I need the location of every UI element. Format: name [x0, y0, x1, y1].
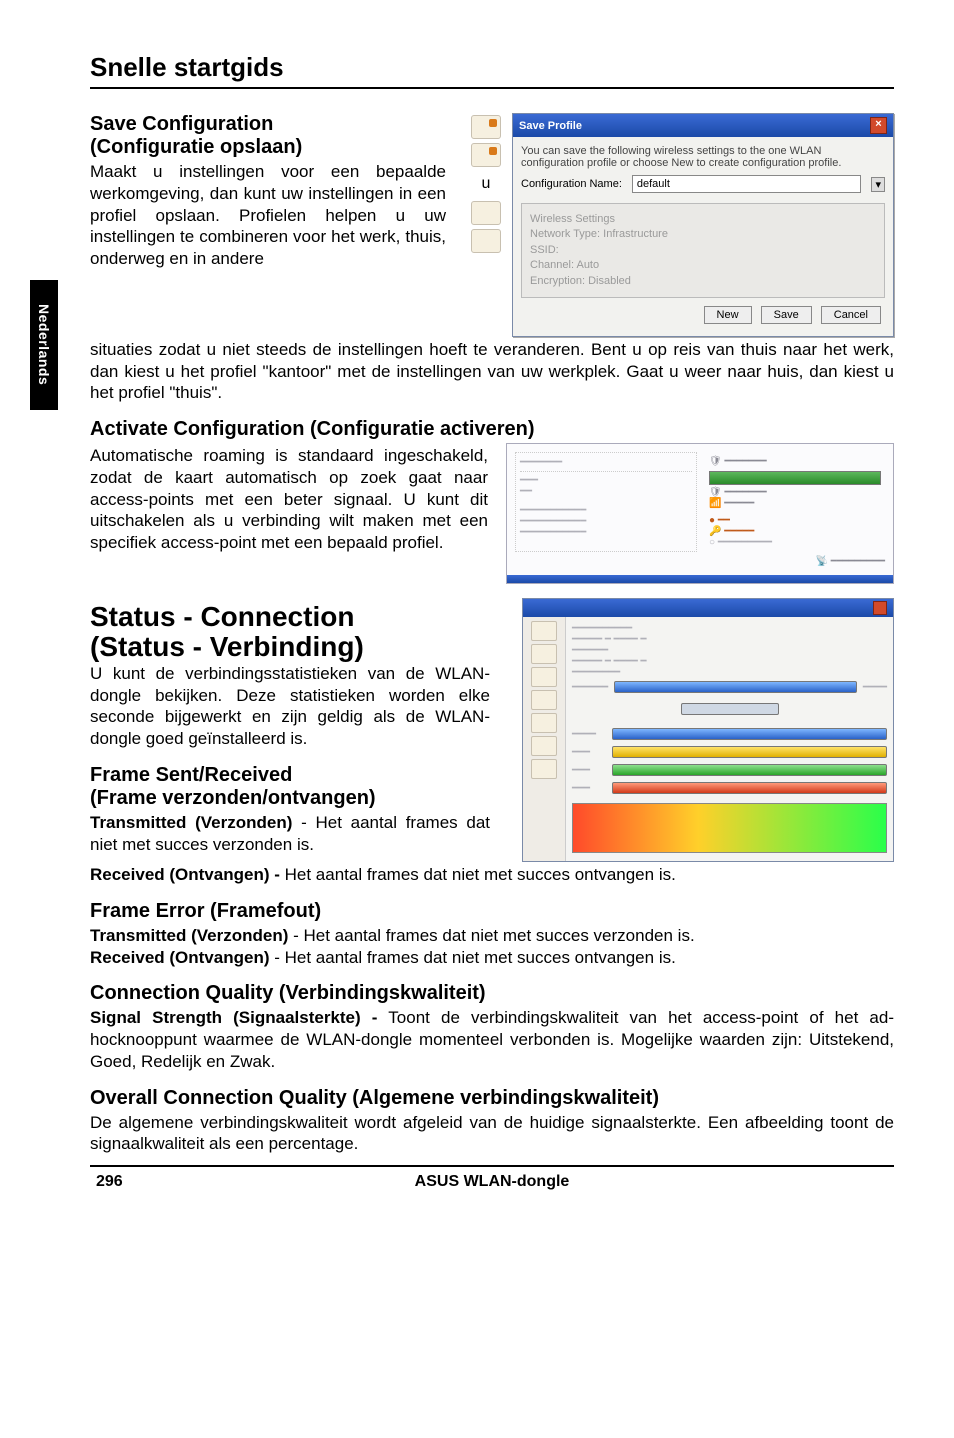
blurry-text: ○ ━━━━━━━━━ — [709, 537, 881, 548]
cancel-button[interactable]: Cancel — [821, 306, 881, 324]
close-icon[interactable] — [873, 601, 887, 615]
blurry-text: ━━━━━━━━ — [572, 667, 887, 678]
blurry-text: 🛡 ━━━━━━━ — [709, 487, 881, 498]
button-placeholder[interactable] — [681, 703, 779, 715]
side-icon[interactable] — [531, 621, 557, 641]
divider — [90, 87, 894, 89]
new-button[interactable]: New — [704, 306, 752, 324]
side-icon[interactable] — [531, 667, 557, 687]
blurry-text: ━━━ — [572, 765, 606, 776]
received-text: Het aantal frames dat niet met succes on… — [285, 865, 676, 884]
blurry-text: 🔑 ━━━━━ — [709, 526, 881, 537]
cutoff-letter: u — [482, 175, 491, 193]
grey-line: Wireless Settings — [530, 212, 876, 227]
blurry-text: ━━━━━━ — [572, 682, 608, 693]
product-name: ASUS WLAN-dongle — [415, 1173, 570, 1191]
activate-panel: ━━━━━━━ ━━━ ━━ ━━━━━━━━━━━ ━━━━━━━━━━━ ━… — [506, 443, 894, 584]
fe-transmitted-text: - Het aantal frames dat niet met succes … — [288, 926, 694, 945]
wireless-settings-box: Wireless Settings Network Type: Infrastr… — [521, 203, 885, 298]
blurry-text: 📶 ━━━━━ — [709, 498, 881, 509]
stat-bar — [612, 764, 887, 776]
activate-heading: Activate Configuration (Configuratie act… — [90, 418, 894, 441]
grey-line: Channel: Auto — [530, 258, 876, 273]
blurry-text: ━━━━━━━━━━━ — [520, 505, 692, 516]
save-config-heading: Save Configuration — [90, 113, 273, 135]
config-name-input[interactable] — [632, 175, 862, 193]
overall-body: De algemene verbindingskwaliteit wordt a… — [90, 1112, 894, 1156]
stat-bar — [612, 746, 887, 758]
grey-line: Encryption: Disabled — [530, 274, 876, 289]
blurry-text: ━━━━━━━ — [520, 457, 692, 472]
fe-transmitted-label: Transmitted (Verzonden) — [90, 926, 288, 945]
config-name-label: Configuration Name: — [521, 178, 622, 190]
blurry-text: ━━━━━ ━ ━━━━ ━ — [572, 634, 887, 645]
grey-line: SSID: — [530, 243, 876, 258]
blurry-text: 🛡 ━━━━━━━ — [709, 456, 881, 467]
dialog-title: Save Profile — [519, 120, 582, 132]
save-button[interactable]: Save — [761, 306, 812, 324]
stat-bar — [612, 728, 887, 740]
icon-strip: u — [464, 113, 508, 337]
toolbar-icon — [471, 143, 501, 167]
blurry-text: ━━━ — [572, 783, 606, 794]
blurry-text: ━━━━━━━━━━━ — [520, 527, 692, 538]
save-profile-dialog: Save Profile × You can save the followin… — [512, 113, 894, 337]
blurry-text: ━━━━━━━━━━━ — [520, 516, 692, 527]
activate-body: Automatische roaming is standaard ingesc… — [90, 445, 488, 554]
save-config-subheading: (Configuratie opslaan) — [90, 136, 302, 158]
page-number: 296 — [96, 1173, 123, 1191]
dialog-hint: You can save the following wireless sett… — [521, 145, 885, 169]
side-icon[interactable] — [531, 713, 557, 733]
language-tab: Nederlands — [30, 280, 58, 410]
blurry-text: ━━━━━━━━━━ — [572, 623, 887, 634]
page-title: Snelle startgids — [90, 52, 894, 83]
quality-gradient — [572, 803, 887, 853]
save-config-body-full: situaties zodat u niet steeds de instell… — [90, 339, 894, 404]
blurry-text: 📡 ━━━━━━━━━ — [515, 552, 885, 567]
side-icon[interactable] — [531, 644, 557, 664]
received-label: Received (Ontvangen) - — [90, 865, 285, 884]
frame-sr-subheading: (Frame verzonden/ontvangen) — [90, 787, 376, 809]
blurry-text: ━━━ — [520, 475, 692, 486]
side-icon[interactable] — [531, 736, 557, 756]
status-heading: Status - Connection — [90, 601, 354, 632]
side-icon[interactable] — [531, 759, 557, 779]
blurry-text: ● ━━ — [709, 515, 881, 526]
divider — [90, 1165, 894, 1167]
frame-error-heading: Frame Error (Framefout) — [90, 900, 894, 923]
transmitted-label: Transmitted (Verzonden) — [90, 813, 292, 832]
blurry-text: ━━━━ — [572, 729, 606, 740]
fe-received-text: - Het aantal frames dat niet met succes … — [270, 948, 676, 967]
grey-line: Network Type: Infrastructure — [530, 227, 876, 242]
blurry-text: ━━━ — [572, 747, 606, 758]
close-icon[interactable]: × — [870, 117, 887, 134]
signal-bar — [614, 681, 857, 693]
save-config-body-narrow: Maakt u instellingen voor een bepaalde w… — [90, 161, 446, 270]
blurry-text: ━━━━━━ — [572, 645, 887, 656]
dropdown-icon[interactable]: ▾ — [871, 177, 885, 192]
status-panel: ━━━━━━━━━━ ━━━━━ ━ ━━━━ ━ ━━━━━━ ━━━━━ ━… — [522, 598, 894, 862]
side-icon[interactable] — [531, 690, 557, 710]
blurry-text: ━━━━ — [863, 682, 887, 693]
fe-received-label: Received (Ontvangen) — [90, 948, 270, 967]
toolbar-icon — [471, 201, 501, 225]
frame-sr-heading: Frame Sent/Received — [90, 764, 292, 786]
status-subheading: (Status - Verbinding) — [90, 631, 364, 662]
conn-quality-heading: Connection Quality (Verbindingskwaliteit… — [90, 982, 894, 1005]
status-body: U kunt de verbindingsstatistieken van de… — [90, 663, 490, 750]
stat-bar — [612, 782, 887, 794]
panel-footer — [507, 575, 893, 583]
blurry-text: ━━━━━ ━ ━━━━ ━ — [572, 656, 887, 667]
overall-heading: Overall Connection Quality (Algemene ver… — [90, 1087, 894, 1110]
toolbar-icon — [471, 115, 501, 139]
signal-strength-label: Signal Strength (Signaalsterkte) - — [90, 1008, 377, 1027]
blurry-text: ━━ — [520, 486, 692, 497]
toolbar-icon — [471, 229, 501, 253]
progress-bar — [709, 471, 881, 485]
